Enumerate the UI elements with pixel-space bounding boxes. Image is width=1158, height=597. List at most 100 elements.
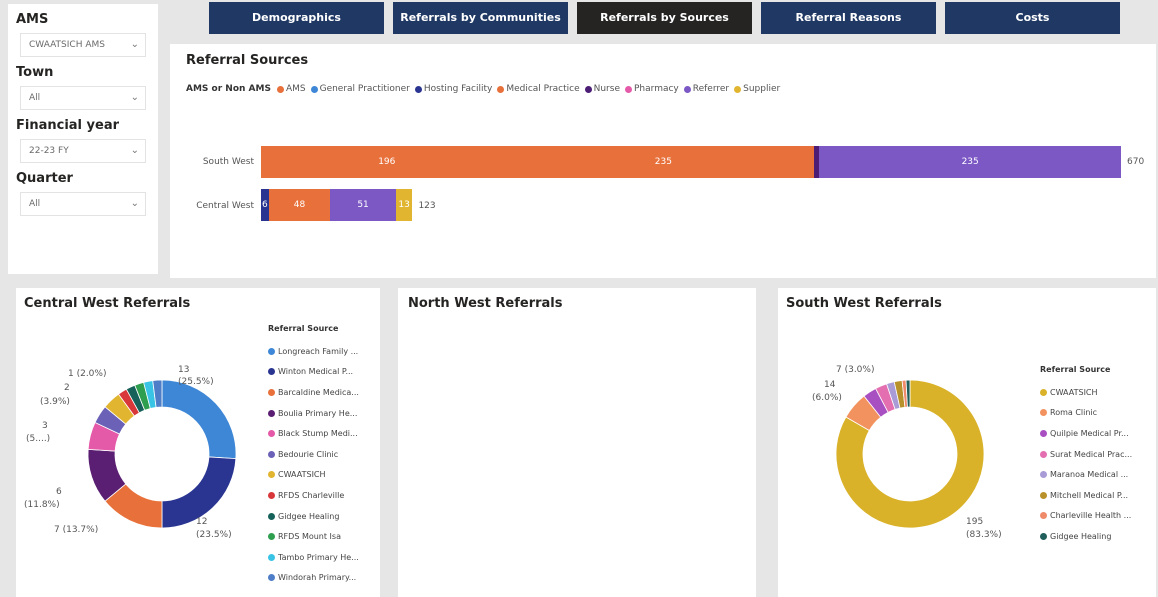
town-filter-value: All — [29, 93, 41, 103]
legend-item-label: RFDS Mount Isa — [278, 532, 341, 542]
legend-item[interactable]: RFDS Charleville — [268, 485, 359, 506]
legend-title: Referral Source — [1040, 365, 1111, 374]
legend-dot-icon — [268, 388, 275, 396]
legend-dot-icon — [625, 85, 632, 93]
legend-item[interactable]: Bedourie Clinic — [268, 444, 359, 465]
legend-dot-icon — [1040, 471, 1047, 479]
town-filter-dropdown[interactable]: All ⌄ — [20, 86, 146, 110]
legend-dot-icon — [1040, 450, 1047, 458]
bar-segment[interactable]: 48 — [268, 189, 331, 221]
legend-item-label: Tambo Primary He... — [278, 552, 359, 562]
legend-dot-icon — [310, 85, 318, 93]
data-label: 2 — [64, 383, 70, 393]
ams-filter-dropdown[interactable]: CWAATSICH AMS ⌄ — [20, 33, 146, 57]
bar-total-label: 123 — [418, 201, 436, 211]
bar-segment[interactable]: 235 — [512, 146, 815, 178]
tab-referral-reasons[interactable]: Referral Reasons — [761, 2, 936, 34]
bar-segment[interactable]: 6 — [261, 189, 269, 221]
legend-item[interactable]: Roma Clinic — [1040, 403, 1132, 424]
legend-item[interactable]: Gidgee Healing — [268, 506, 359, 527]
financial-year-filter-value: 22-23 FY — [29, 146, 69, 156]
filters-panel: AMS CWAATSICH AMS ⌄ Town All ⌄ Financial… — [8, 4, 158, 274]
legend-item[interactable]: Mitchell Medical P... — [1040, 485, 1132, 506]
quarter-filter-dropdown[interactable]: All ⌄ — [20, 192, 146, 216]
legend-item[interactable]: Surat Medical Prac... — [1040, 444, 1132, 465]
ams-filter-label: AMS — [16, 12, 49, 27]
legend-item[interactable]: Referrer — [683, 84, 730, 94]
legend-item[interactable]: Winton Medical P... — [268, 362, 359, 383]
legend-dot-icon — [268, 491, 275, 499]
bar-data-label: 235 — [961, 157, 979, 167]
legend-item[interactable]: Medical Practice — [497, 84, 580, 94]
legend-item[interactable]: Supplier — [734, 84, 780, 94]
legend-item[interactable]: RFDS Mount Isa — [268, 526, 359, 547]
tab-referrals-by-sources[interactable]: Referrals by Sources — [577, 2, 752, 34]
data-label: 7 (13.7%) — [54, 525, 99, 535]
legend-item[interactable]: General Practitioner — [310, 84, 410, 94]
legend-item[interactable]: Longreach Family ... — [268, 341, 359, 362]
chevron-down-icon: ⌄ — [130, 92, 139, 103]
chevron-down-icon: ⌄ — [130, 39, 139, 50]
data-label: 14 — [824, 380, 836, 390]
legend-item-label: Nurse — [593, 84, 620, 94]
legend-item[interactable]: Boulia Primary He... — [268, 403, 359, 424]
legend-dot-icon — [268, 368, 275, 376]
bar-segment[interactable]: 51 — [330, 189, 396, 221]
data-label: 6 — [56, 487, 62, 497]
north-west-referrals-panel: North West Referrals — [398, 288, 756, 597]
legend-item[interactable]: Gidgee Healing — [1040, 526, 1132, 547]
legend-item[interactable]: Black Stump Medi... — [268, 423, 359, 444]
legend-item[interactable]: AMS — [276, 84, 306, 94]
bar-segment[interactable]: 13 — [395, 189, 413, 221]
legend-dot-icon — [268, 574, 275, 582]
bar-segment[interactable]: 235 — [819, 146, 1121, 178]
legend-dot-icon — [276, 85, 284, 93]
legend-item-label: Supplier — [743, 84, 781, 94]
legend-item-label: Charleville Health ... — [1050, 511, 1132, 521]
bar-data-label: 51 — [357, 200, 369, 210]
tab-costs[interactable]: Costs — [945, 2, 1120, 34]
legend-dot-icon — [734, 85, 742, 93]
data-label: (23.5%) — [196, 530, 232, 540]
legend-dot-icon — [268, 347, 275, 355]
bar-segment[interactable]: 196 — [261, 146, 513, 178]
chevron-down-icon: ⌄ — [130, 145, 139, 156]
financial-year-filter-dropdown[interactable]: 22-23 FY ⌄ — [20, 139, 146, 163]
legend-item[interactable]: Charleville Health ... — [1040, 506, 1132, 527]
legend-item-label: Referrer — [692, 84, 730, 94]
legend-item[interactable]: CWAATSICH — [268, 465, 359, 486]
legend-item-label: Hosting Facility — [423, 84, 493, 94]
chevron-down-icon: ⌄ — [130, 198, 139, 209]
bar-central-west: 6 48 51 13 — [261, 189, 419, 221]
legend-item[interactable]: Pharmacy — [625, 84, 679, 94]
legend-item[interactable]: CWAATSICH — [1040, 382, 1132, 403]
referral-sources-title: Referral Sources — [186, 53, 309, 68]
legend-item-label: Windorah Primary... — [278, 573, 357, 583]
legend-item[interactable]: Tambo Primary He... — [268, 547, 359, 568]
legend-item-label: Gidgee Healing — [1050, 531, 1112, 541]
legend-item[interactable]: Hosting Facility — [414, 84, 493, 94]
legend-item-label: Quilpie Medical Pr... — [1050, 428, 1129, 438]
tab-referrals-by-communities[interactable]: Referrals by Communities — [393, 2, 568, 34]
legend-item[interactable]: Quilpie Medical Pr... — [1040, 423, 1132, 444]
legend-item-label: Gidgee Healing — [278, 511, 340, 521]
donut-slice[interactable] — [161, 379, 237, 460]
legend-dot-icon — [268, 430, 275, 438]
legend-item[interactable]: Nurse — [584, 84, 620, 94]
data-label: (25.5%) — [178, 377, 214, 387]
legend-item[interactable]: Windorah Primary... — [268, 568, 359, 589]
legend-item-label: Bedourie Clinic — [278, 449, 339, 459]
legend-dot-icon — [268, 533, 275, 541]
legend-item-label: Maranoa Medical ... — [1050, 470, 1129, 480]
legend-item-label: CWAATSICH — [1050, 387, 1098, 397]
bar-data-label: 6 — [261, 200, 268, 210]
tab-demographics[interactable]: Demographics — [209, 2, 384, 34]
legend-item[interactable]: Maranoa Medical ... — [1040, 464, 1132, 485]
legend-dot-icon — [268, 409, 275, 417]
financial-year-filter-label: Financial year — [16, 118, 120, 133]
south-west-legend: Referral Source CWAATSICH Roma Clinic Quil… — [1040, 365, 1132, 547]
data-label: (3.9%) — [40, 397, 70, 407]
data-label: (6.0%) — [812, 393, 842, 403]
quarter-filter-value: All — [29, 199, 41, 209]
legend-item[interactable]: Barcaldine Medica... — [268, 382, 359, 403]
